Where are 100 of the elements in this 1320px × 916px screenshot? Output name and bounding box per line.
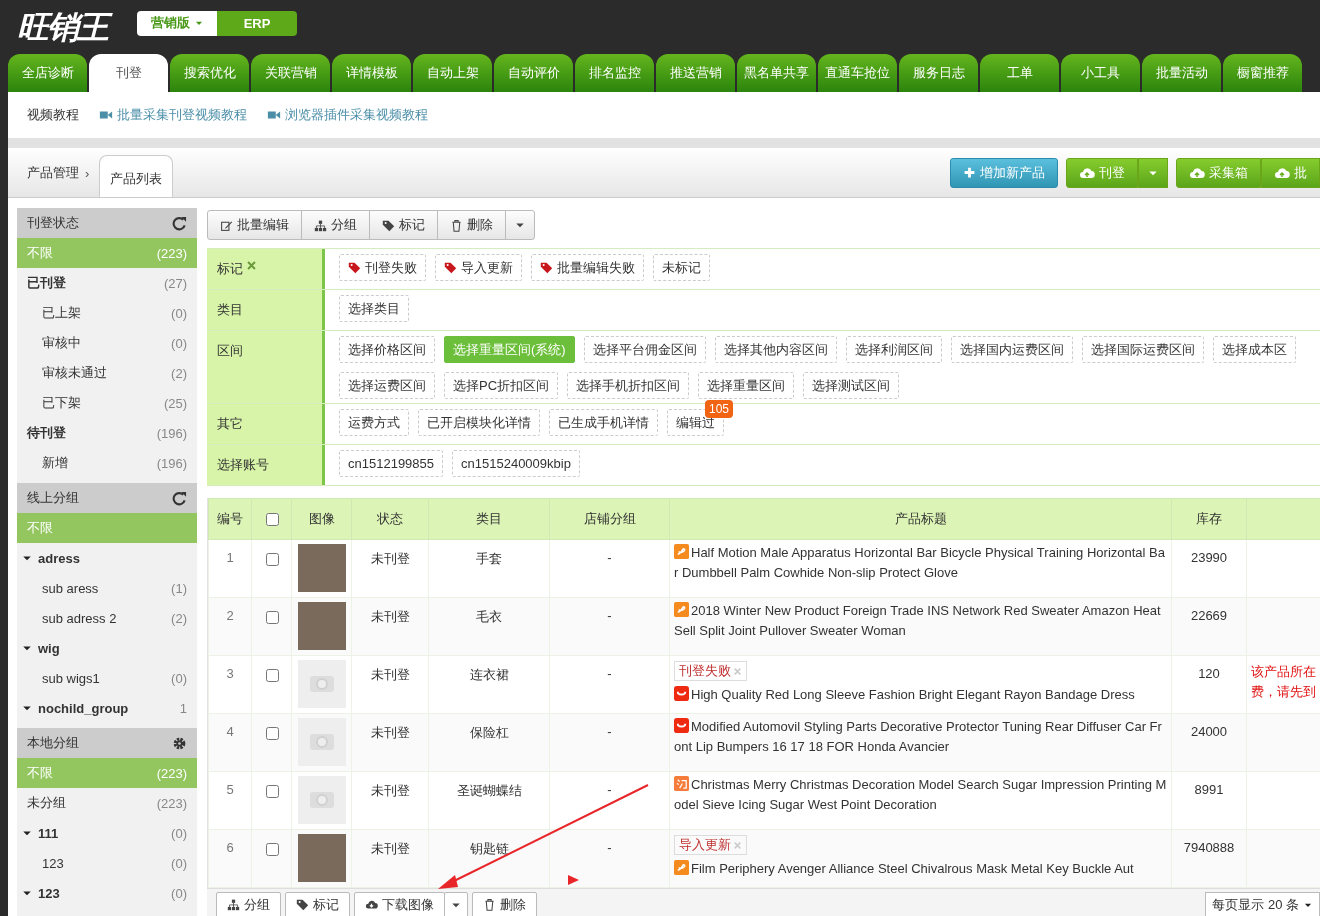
filter-chip[interactable]: 已生成手机详情	[549, 409, 658, 436]
hierarchy-icon	[314, 218, 327, 232]
table-cell: 未刊登	[351, 655, 429, 714]
batch-edit-button[interactable]: 批量编辑	[207, 210, 302, 240]
filter-label: 标记	[217, 260, 243, 278]
table-cell: 保险杠	[428, 713, 550, 772]
select-all-checkbox[interactable]	[265, 512, 279, 526]
delete-button[interactable]: 删除	[472, 891, 537, 916]
hierarchy-icon	[227, 898, 240, 911]
section-title: 刊登状态	[27, 214, 79, 232]
filter-chip[interactable]: 选择运费区间	[339, 372, 435, 399]
row-checkbox[interactable]	[265, 727, 279, 740]
sidebar-item[interactable]: adress	[17, 543, 197, 573]
filter-label: 类目	[217, 301, 243, 319]
plus-icon	[963, 166, 976, 179]
group-button[interactable]: 分组	[216, 891, 281, 916]
sidebar-item[interactable]: 未分组 (223)	[17, 788, 197, 818]
table-cell: 未刊登	[351, 597, 429, 656]
row-checkbox[interactable]	[265, 553, 279, 566]
filter-chip[interactable]: 选择成本区	[1212, 336, 1296, 363]
video-tutorial-link[interactable]: 浏览器插件采集视频教程	[267, 106, 428, 124]
sidebar-item[interactable]: sub adress 2 (2)	[17, 603, 197, 633]
sidebar-item[interactable]: 已下架 (25)	[17, 388, 197, 418]
sidebar-item[interactable]: 审核未通过 (2)	[17, 358, 197, 388]
trash-icon	[483, 898, 496, 911]
filter-chip[interactable]: 选择利润区间	[845, 336, 942, 363]
filter-chip[interactable]: 选择重量区间	[698, 372, 795, 399]
row-checkbox[interactable]	[265, 669, 279, 682]
trash-icon	[450, 218, 463, 232]
filter-chip[interactable]: 选择价格区间	[339, 336, 435, 363]
filter-chip[interactable]: 选择类目	[339, 295, 409, 322]
more-button[interactable]	[444, 891, 468, 916]
logo: 旺销王	[15, 5, 115, 49]
nav-tab[interactable]: 刊登	[89, 54, 168, 92]
group-button[interactable]: 分组	[301, 210, 370, 240]
breadcrumb-link[interactable]: 产品管理	[27, 164, 79, 182]
row-checkbox[interactable]	[265, 611, 279, 624]
nav-tab[interactable]: 自动上架	[413, 54, 492, 92]
mark-button[interactable]: 标记	[285, 891, 350, 916]
table-cell: 钥匙链	[428, 829, 550, 888]
tag-icon	[382, 218, 395, 232]
sidebar-item[interactable]: 已刊登 (27)	[17, 268, 197, 298]
product-title: High Quality Red Long Sleeve Fashion Bright Elegant Rayon Bandage Dress	[674, 685, 1167, 705]
table-cell: -	[549, 713, 670, 772]
filter-chip[interactable]: cn1512199855	[339, 450, 444, 477]
table-cell: -	[549, 597, 670, 656]
product-title: Christmas Merry Christmas Decoration Model Search Sugar Impression Printing Model Sieve Icing Sugar West Point Decoration	[674, 775, 1167, 814]
remove-icon	[246, 260, 257, 271]
page-size-dropdown[interactable]: 每页显示 20 条	[1205, 891, 1320, 916]
sidebar-item[interactable]: 123 (0)	[17, 848, 197, 878]
section-title: 本地分组	[27, 734, 79, 752]
sidebar-item[interactable]: 123 (0)	[17, 878, 197, 908]
filter-chip[interactable]: 选择手机折扣区间	[567, 372, 690, 399]
filter-chip[interactable]: 刊登失败	[339, 254, 426, 281]
refresh-icon	[172, 215, 187, 231]
download-images-button[interactable]: 下载图像	[354, 891, 445, 916]
filter-chip[interactable]: 选择PC折扣区间	[444, 372, 559, 399]
settings-icon	[172, 735, 187, 751]
filter-chip[interactable]: 已开启模块化详情	[418, 409, 540, 436]
filter-chip[interactable]: 未标记	[653, 254, 710, 281]
filter-chip[interactable]: 导入更新	[435, 254, 522, 281]
filter-chip[interactable]: 选择其他内容区间	[714, 336, 837, 363]
table-cell: 6	[208, 829, 252, 888]
filter-chip[interactable]: 运费方式	[339, 409, 409, 436]
filter-chip[interactable]: 选择测试区间	[803, 372, 900, 399]
product-title: Film Periphery Avenger Alliance Steel Chivalrous Mask Metal Key Buckle Aut	[674, 859, 1167, 879]
remove-icon	[733, 666, 742, 676]
tag-icon	[296, 898, 309, 911]
delete-button[interactable]: 删除	[437, 210, 506, 240]
nav-tab[interactable]: 关联营销	[251, 54, 330, 92]
edition-dropdown[interactable]: 营销版	[137, 10, 217, 36]
sidebar-item[interactable]: 111 (0)	[17, 818, 197, 848]
breadcrumb-separator: ›	[85, 165, 90, 181]
filter-chip[interactable]: 选择国际运费区间	[1081, 336, 1204, 363]
product-title: 2018 Winter New Product Foreign Trade INS Network Red Sweater Amazon Heat Sell Split Joint Pullover Sweater Woman	[674, 601, 1162, 640]
row-checkbox[interactable]	[265, 785, 279, 798]
sidebar-item[interactable]: nochild_group 1	[17, 693, 197, 723]
count-badge: 105	[704, 400, 733, 418]
nav-tab[interactable]: 服务日志	[899, 54, 978, 92]
sidebar-item[interactable]: 新增 (196)	[17, 448, 197, 478]
dropdown-button[interactable]	[1138, 157, 1168, 188]
sidebar-item[interactable]: sub wigs1 (0)	[17, 663, 197, 693]
table-cell: 未刊登	[351, 771, 429, 830]
video-tutorial-link[interactable]: 批量采集刊登视频教程	[99, 106, 247, 124]
column-header: 库存	[1171, 498, 1247, 540]
filter-chip[interactable]: 批量编辑失败	[531, 254, 644, 281]
sidebar-item[interactable]: 已上架 (0)	[17, 298, 197, 328]
filter-chip[interactable]: cn1515240009kbip	[452, 450, 580, 477]
mark-button[interactable]: 标记	[369, 210, 438, 240]
pointer-triangle-icon	[568, 875, 579, 885]
table-cell: 4	[208, 713, 252, 772]
filter-chip[interactable]: 选择国内运费区间	[950, 336, 1073, 363]
table-cell: 未刊登	[351, 829, 429, 888]
row-checkbox[interactable]	[265, 843, 279, 856]
sidebar-item[interactable]: 待刊登 (196)	[17, 418, 197, 448]
sidebar-item[interactable]: 审核中 (0)	[17, 328, 197, 358]
sidebar-item[interactable]: wig	[17, 633, 197, 663]
page-tab[interactable]: 产品列表	[99, 155, 174, 197]
filter-chip[interactable]: 选择平台佣金区间	[583, 336, 706, 363]
sidebar-item[interactable]: sub aress (1)	[17, 573, 197, 603]
